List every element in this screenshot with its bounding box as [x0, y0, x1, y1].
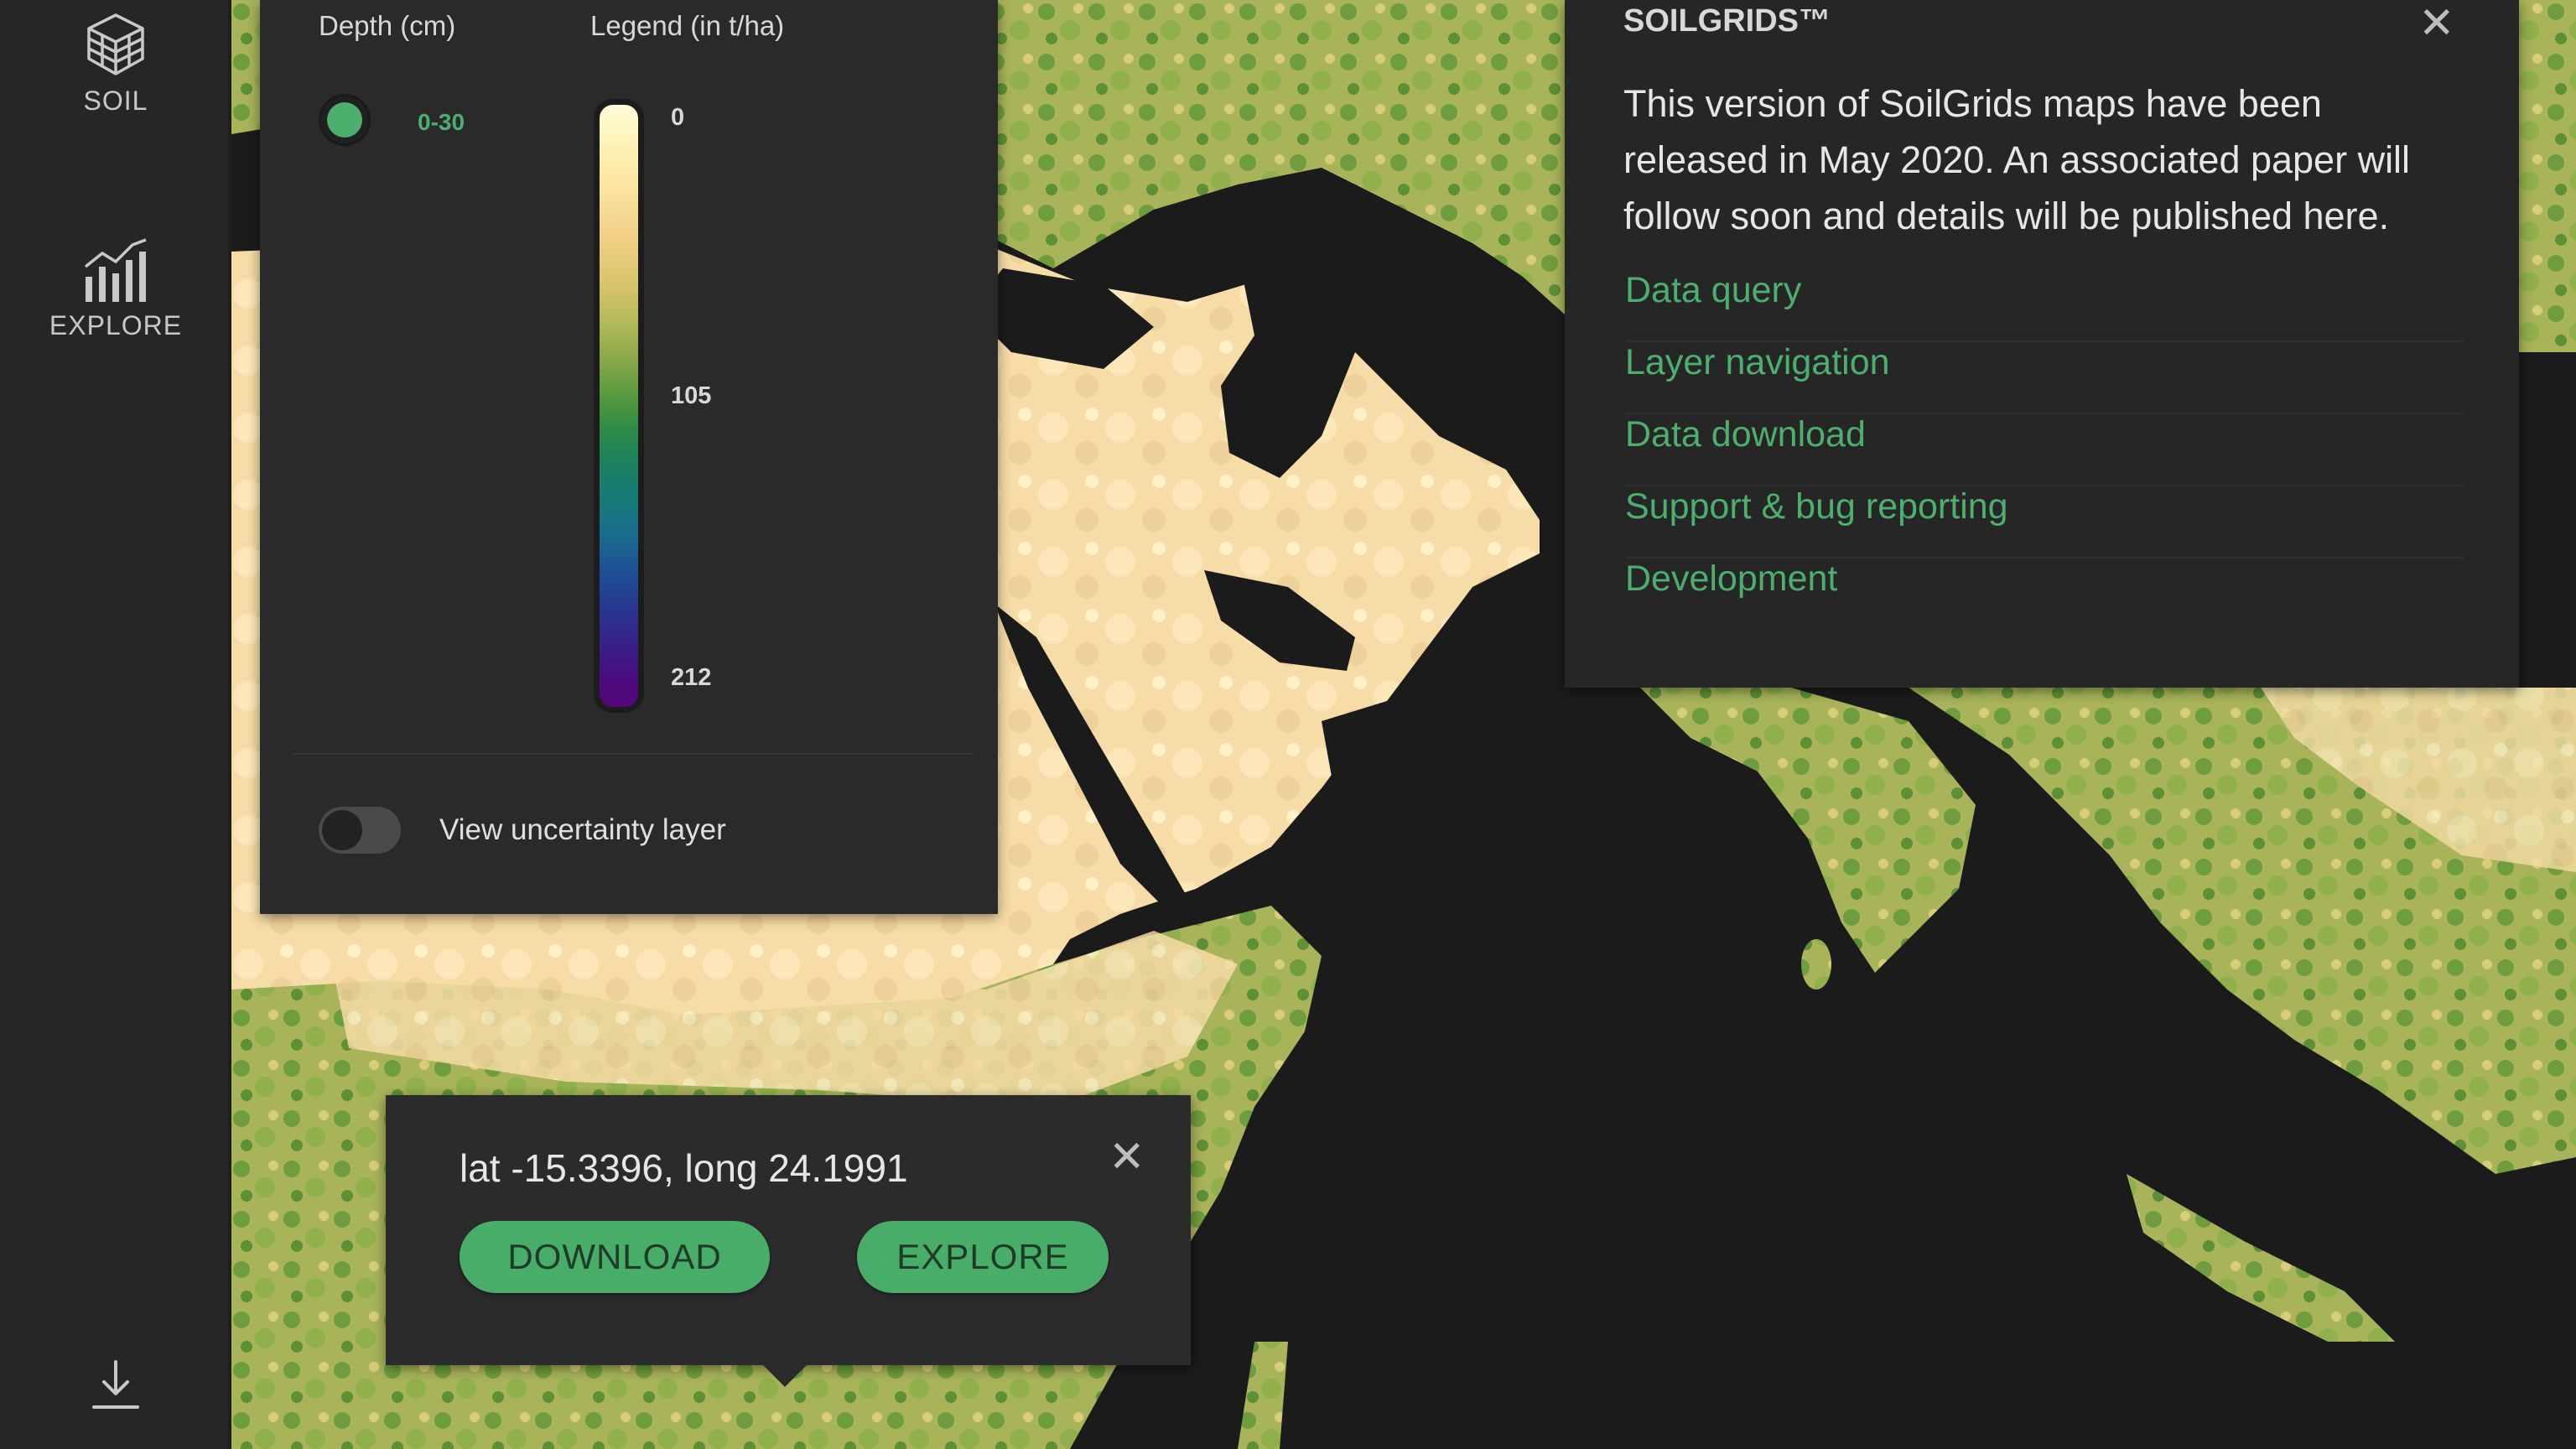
legend-divider [292, 753, 974, 755]
legend-panel: Depth (cm) Legend (in t/ha) 0-30 0 105 2… [260, 0, 998, 914]
link-data-query[interactable]: Data query [1625, 270, 2464, 342]
info-title: SOILGRIDS™ [1623, 3, 1831, 39]
info-description: This version of SoilGrids maps have been… [1623, 82, 2411, 237]
sidebar-item-label: SOIL [83, 86, 148, 116]
close-icon[interactable]: ✕ [2418, 2, 2455, 45]
location-popup: lat -15.3396, long 24.1991 ✕ DOWNLOAD EX… [386, 1095, 1191, 1365]
sidebar-item-label: EXPLORE [49, 310, 183, 340]
link-layer-navigation[interactable]: Layer navigation [1625, 342, 2464, 414]
popup-coordinates: lat -15.3396, long 24.1991 [460, 1146, 908, 1190]
close-icon[interactable]: ✕ [1109, 1135, 1145, 1179]
bar-chart-icon [84, 238, 147, 302]
popup-pointer [761, 1363, 808, 1387]
uncertainty-toggle[interactable] [319, 807, 401, 854]
download-sidebar-button[interactable] [0, 1358, 231, 1412]
download-icon [92, 1360, 139, 1409]
app-root: SOIL EXPLORE Depth (cm) Legend (in t/ha)… [0, 0, 2576, 1449]
uncertainty-label: View uncertainty layer [439, 813, 726, 846]
sidebar-item-explore[interactable]: EXPLORE [0, 236, 231, 341]
legend-header: Legend (in t/ha) [590, 10, 785, 41]
land-sri-lanka [1801, 939, 1831, 989]
info-panel: SOILGRIDS™ ✕ This version of SoilGrids m… [1565, 0, 2519, 688]
explore-button[interactable]: EXPLORE [857, 1221, 1109, 1293]
legend-tick-mid: 105 [671, 382, 712, 409]
legend-tick-max: 212 [671, 664, 712, 691]
legend-tick-min: 0 [671, 104, 685, 131]
download-button[interactable]: DOWNLOAD [460, 1221, 770, 1293]
link-support-bug-reporting[interactable]: Support & bug reporting [1625, 486, 2464, 558]
layers-stack-icon [87, 13, 144, 75]
depth-header: Depth (cm) [319, 10, 456, 41]
link-data-download[interactable]: Data download [1625, 414, 2464, 486]
sidebar: SOIL EXPLORE [0, 0, 231, 1449]
legend-colorbar [594, 99, 644, 713]
link-development[interactable]: Development [1625, 558, 2464, 631]
depth-option-label[interactable]: 0-30 [418, 109, 465, 136]
sidebar-item-soil[interactable]: SOIL [0, 12, 231, 117]
depth-radio[interactable] [319, 94, 371, 146]
